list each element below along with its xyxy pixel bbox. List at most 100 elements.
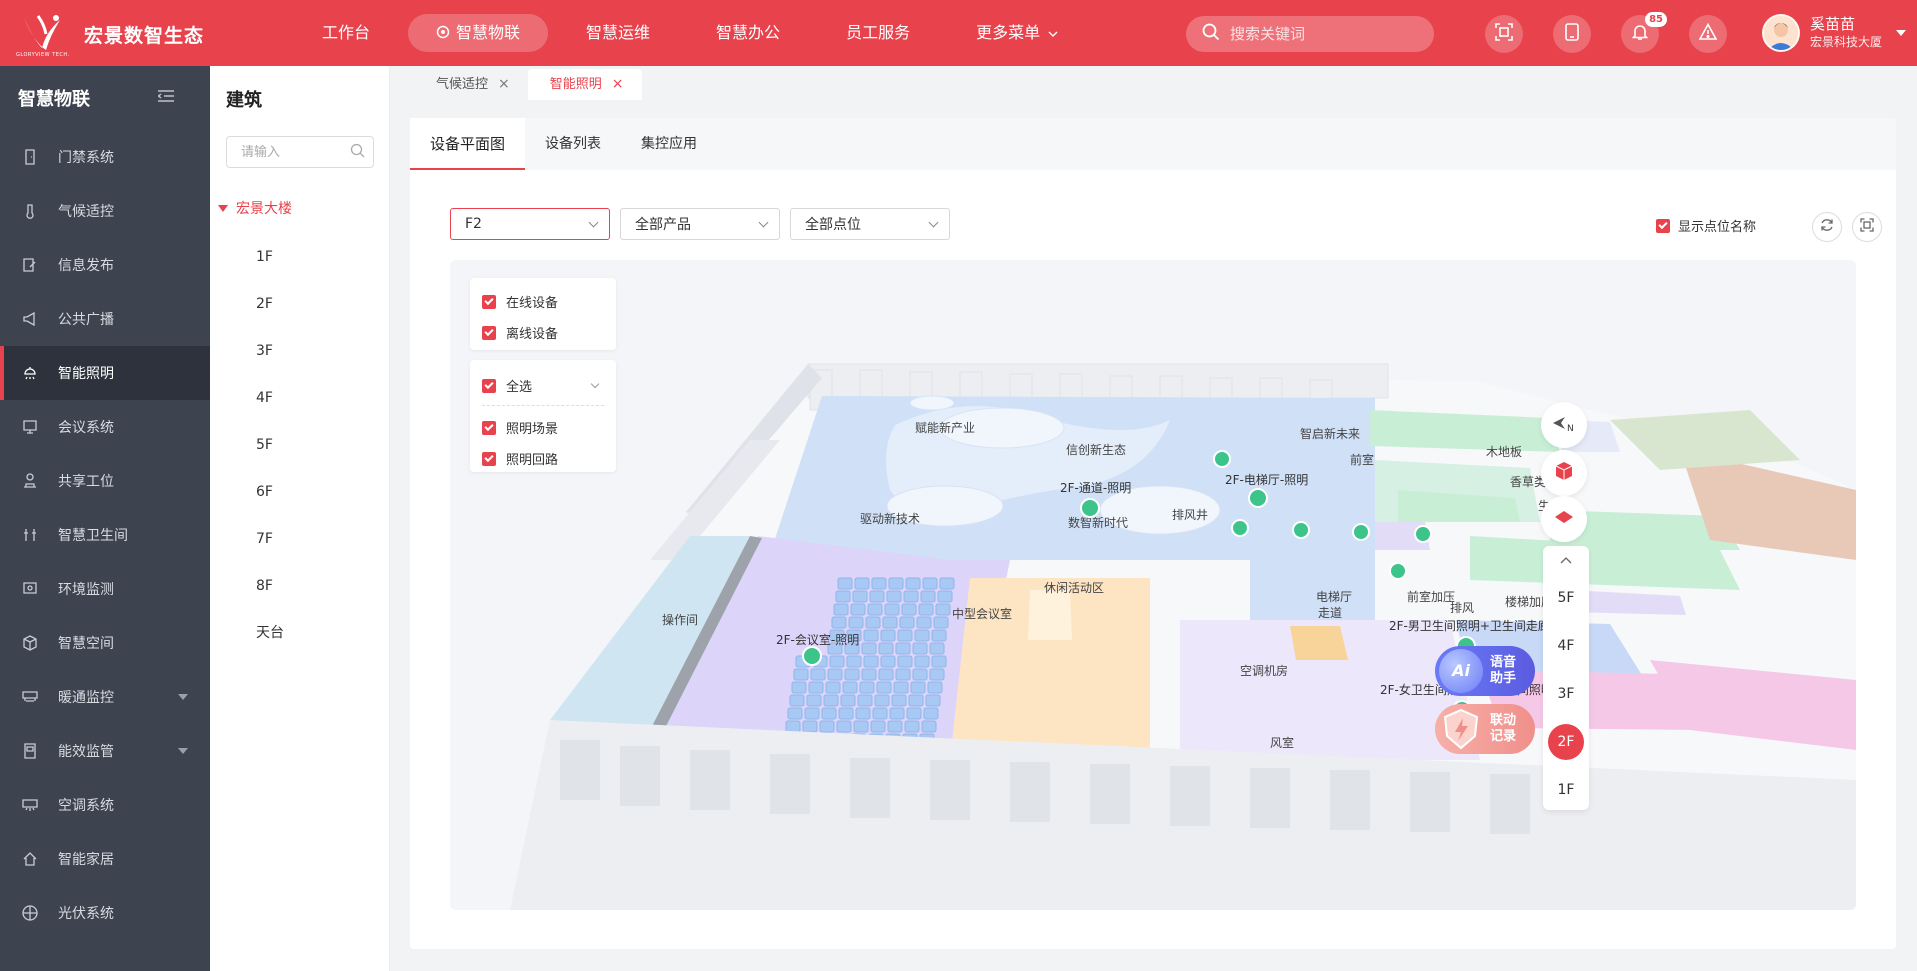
map-room-label: 排风	[1450, 601, 1474, 615]
compass-button[interactable]: N	[1541, 402, 1587, 448]
light-device-marker[interactable]	[1080, 498, 1100, 518]
sidebar-item-5[interactable]: 会议系统	[0, 400, 210, 454]
refresh-button[interactable]	[1812, 212, 1842, 242]
linkage-record-button[interactable]: 联动 记录	[1435, 704, 1535, 754]
collapse-menu-icon[interactable]	[157, 89, 174, 107]
sidebar-item-12[interactable]: 空调系统	[0, 778, 210, 832]
user-menu[interactable]: 奚苗苗 宏景科技大厦	[1762, 14, 1907, 52]
tree-floor-node[interactable]: 天台	[256, 610, 284, 657]
sidebar-item-13[interactable]: 智能家居	[0, 832, 210, 886]
sidebar-item-8[interactable]: 环境监测	[0, 562, 210, 616]
sidebar-item-9[interactable]: 智慧空间	[0, 616, 210, 670]
floor-picker-item[interactable]: 4F	[1543, 622, 1589, 670]
sidebar-item-7[interactable]: 智慧卫生间	[0, 508, 210, 562]
tablet-button[interactable]	[1553, 15, 1591, 53]
floor-picker-item[interactable]: 5F	[1543, 574, 1589, 622]
scan-button[interactable]	[1485, 15, 1523, 53]
tree-search-input[interactable]	[241, 144, 341, 160]
close-icon[interactable]: ×	[612, 69, 624, 100]
page-tab-1[interactable]: 智能照明 ×	[527, 69, 642, 100]
global-search[interactable]	[1186, 16, 1434, 52]
light-device-marker[interactable]	[1292, 521, 1310, 539]
brand-logo[interactable]: GLORYVIEW TECH. 宏景数智生态	[16, 10, 204, 58]
sidebar-item-2[interactable]: 信息发布	[0, 238, 210, 292]
tree-floor-node[interactable]: 7F	[256, 516, 284, 563]
checkbox-checked-icon[interactable]	[482, 378, 496, 393]
fullscreen-button[interactable]	[1852, 212, 1882, 242]
close-icon[interactable]: ×	[498, 69, 510, 100]
nav-item-2[interactable]: 智慧运维	[558, 14, 678, 52]
light-device-marker[interactable]	[1213, 450, 1231, 468]
tree-floor-node[interactable]: 6F	[256, 469, 284, 516]
tree-floor-node[interactable]: 4F	[256, 375, 284, 422]
point-select[interactable]: 全部点位	[790, 208, 950, 240]
sidebar-item-4[interactable]: 智能照明	[0, 346, 210, 400]
tree-floor-node[interactable]: 5F	[256, 422, 284, 469]
voice-assistant-button[interactable]: Ai 语音 助手	[1435, 646, 1535, 696]
search-icon[interactable]	[350, 143, 365, 162]
light-device-marker[interactable]	[1389, 562, 1407, 580]
tree-floor-node[interactable]: 8F	[256, 563, 284, 610]
view-tab-1[interactable]: 设备列表	[525, 118, 621, 170]
sidebar-item-0[interactable]: 门禁系统	[0, 130, 210, 184]
light-device-marker[interactable]	[1352, 523, 1370, 541]
legend-status-row[interactable]: 离线设备	[482, 317, 616, 348]
tree-floor-node[interactable]: 2F	[256, 281, 284, 328]
sidebar-item-11[interactable]: 能效监管	[0, 724, 210, 778]
seat-shape	[906, 707, 922, 720]
chevron-down-icon[interactable]	[590, 379, 600, 388]
chevron-up-icon[interactable]	[1543, 546, 1589, 574]
view-tab-2[interactable]: 集控应用	[621, 118, 717, 170]
notification-button[interactable]: 85	[1621, 12, 1667, 53]
light-device-marker[interactable]	[1231, 519, 1249, 537]
sidebar-item-14[interactable]: 光伏系统	[0, 886, 210, 940]
tree-floor-node[interactable]: 3F	[256, 328, 284, 375]
legend-type-row[interactable]: 照明回路	[482, 443, 616, 474]
floor-select[interactable]: F2	[450, 208, 610, 240]
page-tab-0[interactable]: 气候适控 ×	[414, 69, 528, 100]
sidebar-item-10[interactable]: 暖通监控	[0, 670, 210, 724]
2d-view-button[interactable]	[1541, 496, 1587, 542]
nav-item-4[interactable]: 员工服务	[818, 14, 938, 52]
floor-picker-item[interactable]: 1F	[1543, 766, 1589, 814]
nav-item-5[interactable]: 更多菜单	[948, 14, 1086, 52]
nav-item-0[interactable]: 工作台	[294, 14, 398, 52]
legend-type-row[interactable]: 照明场景	[482, 412, 616, 443]
checkbox-checked-icon[interactable]	[482, 325, 496, 340]
light-device-marker[interactable]	[1248, 488, 1268, 508]
product-select[interactable]: 全部产品	[620, 208, 780, 240]
checkbox-checked-icon[interactable]	[1656, 218, 1670, 233]
tree-search[interactable]	[226, 136, 374, 168]
checkbox-checked-icon[interactable]	[482, 420, 496, 435]
tablet-icon	[1564, 23, 1580, 45]
nav-item-1[interactable]: 智慧物联	[408, 14, 549, 52]
checkbox-checked-icon[interactable]	[482, 294, 496, 309]
floor-picker-item[interactable]: 3F	[1543, 670, 1589, 718]
floor-plan-3d[interactable]: 赋能新产业信创新生态智启新未来前室木地板香草类生菜蔬菜驱动新技术数智新时代排风井…	[450, 260, 1856, 910]
caret-down-icon[interactable]	[178, 694, 188, 700]
light-device-marker[interactable]	[1414, 525, 1432, 543]
search-input[interactable]	[1230, 25, 1420, 43]
3d-view-button[interactable]	[1541, 450, 1587, 496]
floor-plan-map[interactable]: 赋能新产业信创新生态智启新未来前室木地板香草类生菜蔬菜驱动新技术数智新时代排风井…	[450, 260, 1856, 910]
chevron-down-icon	[1040, 23, 1058, 42]
nav-item-3[interactable]: 智慧办公	[688, 14, 808, 52]
caret-down-icon[interactable]	[178, 748, 188, 754]
main-content: 气候适控 × 智能照明 × 设备平面图 设备列表 集控应用 F2 全部产品 全部点位 显示…	[390, 66, 1917, 971]
checkbox-checked-icon[interactable]	[482, 451, 496, 466]
tree-root-node[interactable]: 宏景大楼	[218, 198, 292, 218]
sidebar-item-3[interactable]: 公共广播	[0, 292, 210, 346]
light-device-marker[interactable]	[802, 646, 822, 666]
select-all-row[interactable]: 全选	[482, 370, 616, 401]
floor-picker-item[interactable]: 2F	[1548, 724, 1584, 760]
alert-button[interactable]	[1689, 15, 1727, 53]
sidebar-item-6[interactable]: 共享工位	[0, 454, 210, 508]
seat-shape	[920, 590, 936, 603]
tree-floor-node[interactable]: 1F	[256, 234, 284, 281]
show-point-names-toggle[interactable]: 显示点位名称	[1656, 216, 1756, 235]
seat-shape	[878, 668, 894, 681]
view-tab-0[interactable]: 设备平面图	[410, 118, 526, 170]
seat-shape	[880, 629, 896, 642]
sidebar-item-1[interactable]: 气候适控	[0, 184, 210, 238]
legend-status-row[interactable]: 在线设备	[482, 286, 616, 317]
